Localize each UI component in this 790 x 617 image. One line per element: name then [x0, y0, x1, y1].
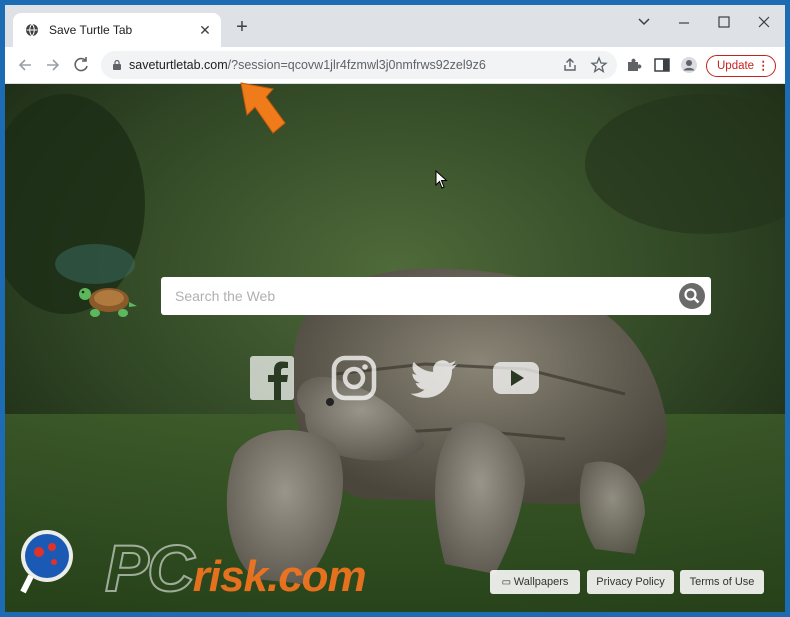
- tab-title: Save Turtle Tab: [49, 23, 133, 37]
- terms-of-use-button[interactable]: Terms of Use: [680, 570, 764, 594]
- new-tab-page: Search the Web PCrisk.com ▭ Wallpapers P…: [5, 84, 785, 612]
- new-tab-button[interactable]: +: [231, 17, 253, 39]
- instagram-icon[interactable]: [330, 354, 378, 402]
- side-panel-icon[interactable]: [653, 56, 671, 74]
- mouse-cursor-icon: [435, 170, 448, 189]
- facebook-icon[interactable]: [248, 354, 296, 402]
- watermark-pc: PC: [104, 530, 196, 606]
- chevron-down-icon[interactable]: [629, 11, 659, 33]
- turtle-logo-icon: [79, 288, 137, 317]
- lock-icon[interactable]: [111, 59, 123, 71]
- privacy-policy-button[interactable]: Privacy Policy: [587, 570, 674, 594]
- watermark-risk: risk.com: [192, 552, 367, 601]
- pcrisk-logo-icon: [20, 530, 73, 594]
- search-box[interactable]: Search the Web: [161, 277, 711, 315]
- browser-window: Save Turtle Tab ✕ + saveturtletab.com/?s…: [5, 5, 785, 612]
- youtube-icon[interactable]: [492, 354, 540, 402]
- url-path: /?session=qcovw1jlr4fzmwl3j0nmfrws92zel9…: [227, 58, 486, 72]
- back-icon[interactable]: [13, 53, 37, 77]
- toolbar: saveturtletab.com/?session=qcovw1jlr4fzm…: [5, 47, 785, 84]
- reload-icon[interactable]: [69, 53, 93, 77]
- wallpapers-button[interactable]: ▭ Wallpapers: [490, 570, 580, 594]
- watermark: PCrisk.com: [104, 530, 367, 606]
- more-menu-icon: ⋮: [757, 60, 770, 72]
- privacy-policy-label: Privacy Policy: [596, 576, 665, 588]
- url-host: saveturtletab.com: [129, 58, 228, 72]
- bookmark-star-icon[interactable]: [590, 56, 608, 74]
- pointer-arrow-icon: [240, 82, 286, 134]
- update-button[interactable]: Update ⋮: [706, 55, 776, 77]
- twitter-icon[interactable]: [411, 354, 459, 402]
- terms-of-use-label: Terms of Use: [689, 576, 755, 588]
- address-bar[interactable]: saveturtletab.com/?session=qcovw1jlr4fzm…: [101, 51, 617, 79]
- globe-icon: [26, 23, 38, 37]
- forward-icon[interactable]: [41, 53, 65, 77]
- close-window-icon[interactable]: [749, 11, 779, 33]
- image-icon: ▭: [501, 577, 514, 588]
- search-input[interactable]: Search the Web: [175, 288, 275, 304]
- tab-save-turtle[interactable]: Save Turtle Tab ✕: [13, 13, 221, 47]
- wallpapers-label: Wallpapers: [513, 576, 569, 588]
- profile-avatar-icon[interactable]: [680, 56, 698, 74]
- maximize-icon[interactable]: [709, 11, 739, 33]
- share-icon[interactable]: [561, 56, 579, 74]
- extensions-puzzle-icon[interactable]: [625, 56, 643, 74]
- tab-strip: Save Turtle Tab ✕ +: [5, 5, 785, 47]
- url-text: saveturtletab.com/?session=qcovw1jlr4fzm…: [129, 58, 486, 72]
- minimize-icon[interactable]: [669, 11, 699, 33]
- close-tab-icon[interactable]: ✕: [195, 20, 215, 40]
- update-label: Update: [717, 60, 755, 72]
- search-icon: [684, 288, 700, 304]
- search-button[interactable]: [679, 283, 705, 309]
